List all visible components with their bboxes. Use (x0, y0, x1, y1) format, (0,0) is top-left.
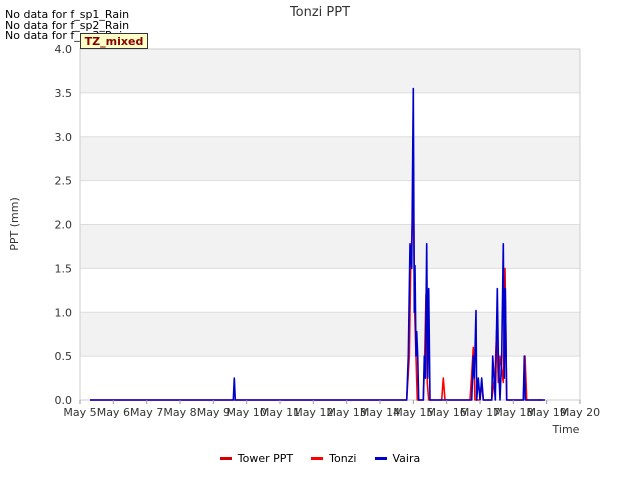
x-tick-label: May 7 (130, 406, 163, 419)
legend-item-vaira: Vaira (374, 452, 421, 465)
y-tick-label: 2.5 (55, 175, 73, 188)
legend-item-tower: Tower PPT (219, 452, 294, 465)
y-tick-label: 4.0 (55, 43, 73, 56)
x-axis-ticks: May 5 May 6 May 7 May 8 May 9May 10May 11May… (63, 400, 600, 419)
legend-label-vaira: Vaira (392, 452, 421, 465)
legend-label-tower: Tower PPT (237, 452, 294, 465)
chart-canvas: May 5 May 6 May 7 May 8 May 9May 10May 11May… (8, 5, 600, 436)
chart-title: Tonzi PPT (289, 5, 350, 20)
y-tick-label: 2.0 (55, 219, 73, 232)
x-axis-label: Time (552, 423, 580, 436)
y-axis-label: PPT (mm) (8, 197, 21, 251)
x-tick-label: May 20 (560, 406, 600, 419)
x-tick-label: May 5 (63, 406, 96, 419)
plot-band (80, 49, 580, 93)
plot-band (80, 136, 580, 181)
plot-band (80, 180, 580, 225)
legend-item-tonzi: Tonzi (311, 452, 357, 465)
y-tick-label: 3.0 (55, 131, 73, 144)
site-badge: TZ_mixed (80, 33, 148, 49)
y-axis-ticks: 0.0 0.5 1.0 1.5 2.0 2.5 3.0 3.5 4.0 (55, 43, 73, 407)
x-tick-label: May 9 (197, 406, 230, 419)
y-tick-label: 3.5 (55, 87, 73, 100)
x-tick-label: May 8 (163, 406, 196, 419)
y-tick-label: 0.5 (55, 350, 73, 363)
legend-swatch-tower (219, 457, 232, 460)
x-tick-label: May 6 (97, 406, 130, 419)
y-tick-label: 1.5 (55, 262, 73, 275)
y-tick-label: 0.0 (55, 394, 73, 407)
plot-band (80, 224, 580, 269)
legend-swatch-vaira (374, 457, 387, 460)
legend: Tower PPT Tonzi Vaira (0, 452, 640, 465)
plot-band (80, 92, 580, 137)
legend-swatch-tonzi (311, 457, 324, 460)
y-tick-label: 1.0 (55, 306, 73, 319)
legend-label-tonzi: Tonzi (329, 452, 357, 465)
